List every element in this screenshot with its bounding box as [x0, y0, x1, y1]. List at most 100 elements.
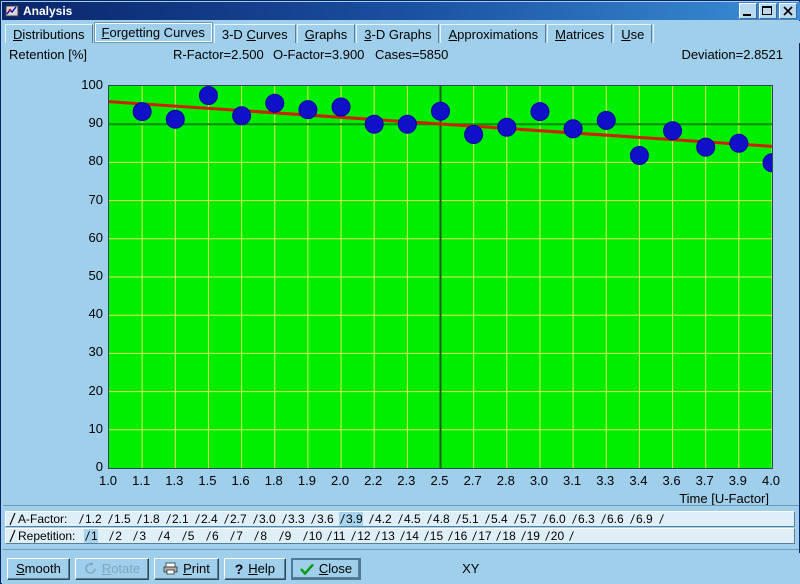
repetition-tick[interactable]: 13: [374, 529, 395, 543]
x-axis-title: Time [U-Factor]: [679, 491, 769, 506]
repetition-tick[interactable]: 5: [181, 529, 194, 543]
y-tick-label: 20: [88, 382, 103, 398]
data-point[interactable]: [165, 109, 185, 129]
close-button[interactable]: Close: [290, 557, 362, 580]
tab-use[interactable]: Use: [613, 24, 653, 43]
data-point[interactable]: [132, 102, 152, 122]
x-axis-ticks: 1.0 1.1 1.3 1.5 1.6 1.8 1.9 2.0 2.2 2.3 2.5 2.7 2.8 3…: [1, 469, 800, 489]
repetition-tick[interactable]: 14: [399, 529, 419, 543]
data-point[interactable]: [198, 86, 218, 106]
a-factor-tick[interactable]: 5.1: [455, 512, 479, 526]
repetition-tick[interactable]: 20: [544, 529, 564, 543]
data-point[interactable]: [265, 93, 285, 113]
repetition-tick[interactable]: 12: [350, 529, 371, 543]
a-factor-tick[interactable]: 4.2: [368, 512, 392, 526]
y-tick-label: 50: [88, 268, 103, 283]
x-tick-label: 2.3: [397, 473, 416, 488]
y-tick-label: 90: [88, 115, 103, 131]
rotate-button[interactable]: Rotate: [74, 557, 150, 580]
a-factor-tick[interactable]: 6.3: [571, 512, 595, 526]
minimize-button[interactable]: [739, 3, 757, 19]
a-factor-tick[interactable]: 2.7: [223, 512, 247, 526]
a-factor-tick[interactable]: 3.0: [252, 512, 276, 526]
a-factor-tick[interactable]: 4.5: [397, 512, 421, 526]
title-bar[interactable]: Analysis: [2, 2, 800, 20]
print-button[interactable]: Print: [154, 557, 219, 580]
data-point[interactable]: [629, 146, 649, 166]
r-factor-value: R-Factor=2.500: [173, 47, 264, 62]
maximize-button[interactable]: [759, 3, 777, 19]
tab-3-d-curves[interactable]: 3-D Curves: [213, 24, 296, 43]
data-point[interactable]: [298, 100, 318, 120]
a-factor-tick[interactable]: 5.4: [484, 512, 508, 526]
repetition-tick[interactable]: 19: [520, 529, 540, 543]
repetition-tick[interactable]: 6: [205, 529, 219, 543]
a-factor-tick[interactable]: 6.6: [600, 512, 624, 526]
chart-info-row: Retention [%] R-Factor=2.500 O-Factor=3.…: [1, 45, 800, 65]
data-point[interactable]: [232, 106, 252, 126]
repetition-slider[interactable]: Repetition: 1 2 3 4 5 6 7 8 9 10 11 12 13 14 15 16 17 18 1…: [5, 528, 795, 544]
data-point[interactable]: [563, 119, 583, 139]
repetition-tick[interactable]: 9: [278, 529, 291, 543]
data-point[interactable]: [331, 97, 351, 117]
data-point[interactable]: [364, 114, 384, 134]
a-factor-tickbar[interactable]: A-Factor: 1.2 1.5 1.8 2.1 2.4 2.7 3.0 3.3 3.6 3.9…: [6, 512, 794, 526]
tab-3-d-graphs[interactable]: 3-D Graphs: [356, 24, 440, 43]
smooth-button[interactable]: Smooth: [7, 557, 70, 580]
repetition-tick[interactable]: 17: [471, 529, 492, 543]
a-factor-slider[interactable]: A-Factor: 1.2 1.5 1.8 2.1 2.4 2.7 3.0 3.3 3.6 3.9…: [5, 511, 795, 527]
rotate-icon: [85, 562, 96, 574]
repetition-tick[interactable]: 2: [108, 529, 122, 543]
tab-matrices[interactable]: Matrices: [547, 24, 613, 43]
a-factor-tick[interactable]: 5.7: [513, 512, 537, 526]
close-button-label: Close: [318, 561, 353, 576]
analysis-window: Analysis Distributions Forgetting Curves 3…: [0, 0, 800, 584]
close-icon[interactable]: [779, 3, 797, 19]
plot-area[interactable]: [108, 85, 773, 469]
x-tick-label: 4.0: [761, 473, 781, 488]
data-point[interactable]: [663, 121, 683, 141]
data-point[interactable]: [397, 114, 417, 134]
a-factor-tick[interactable]: 3.9: [339, 512, 363, 526]
x-tick-label: 1.1: [132, 473, 151, 488]
analysis-app-icon: [5, 4, 19, 18]
repetition-tick[interactable]: 16: [447, 529, 467, 543]
repetition-tick[interactable]: 10: [302, 529, 322, 543]
tab-forgetting-curves[interactable]: Forgetting Curves: [93, 22, 213, 43]
tab-approximations[interactable]: Approximations: [440, 24, 547, 43]
a-factor-tick[interactable]: 1.5: [107, 512, 131, 526]
repetition-tick[interactable]: 11: [326, 529, 345, 543]
data-point[interactable]: [729, 133, 749, 153]
data-point[interactable]: [464, 125, 484, 145]
help-button-label: Help: [248, 561, 276, 576]
repetition-tick[interactable]: 4: [157, 529, 170, 543]
x-tick-label: 1.5: [198, 473, 217, 488]
tab-distributions[interactable]: Distributions: [5, 24, 93, 43]
data-point[interactable]: [696, 137, 716, 157]
repetition-tick[interactable]: 3: [132, 529, 146, 543]
data-point[interactable]: [431, 101, 450, 121]
repetition-tick[interactable]: 18: [495, 529, 516, 543]
a-factor-tick[interactable]: 1.8: [136, 512, 160, 526]
repetition-tick[interactable]: 1: [84, 529, 98, 543]
a-factor-tick[interactable]: 1.2: [78, 512, 102, 526]
repetition-tickbar[interactable]: Repetition: 1 2 3 4 5 6 7 8 9 10 11 12 13 14 15 16 17 18 1…: [6, 529, 794, 543]
data-point[interactable]: [497, 117, 517, 137]
a-factor-tick[interactable]: 2.1: [165, 512, 189, 526]
data-point[interactable]: [530, 102, 550, 122]
a-factor-tick[interactable]: 3.3: [281, 512, 305, 526]
y-axis-title: Retention [%]: [9, 47, 88, 62]
data-point[interactable]: [762, 153, 772, 173]
a-factor-tick[interactable]: 6.9: [629, 512, 653, 526]
a-factor-tick[interactable]: 3.6: [310, 512, 334, 526]
repetition-tick[interactable]: 7: [229, 529, 243, 543]
plot-canvas: [109, 86, 772, 468]
a-factor-tick[interactable]: 2.4: [194, 512, 218, 526]
data-point[interactable]: [596, 110, 616, 130]
help-button[interactable]: ? Help: [223, 557, 286, 580]
repetition-tick[interactable]: 8: [253, 529, 267, 543]
repetition-tick[interactable]: 15: [423, 529, 443, 543]
tab-graphs[interactable]: Graphs: [296, 24, 356, 43]
a-factor-tick[interactable]: 4.8: [426, 512, 450, 526]
a-factor-tick[interactable]: 6.0: [542, 512, 566, 526]
